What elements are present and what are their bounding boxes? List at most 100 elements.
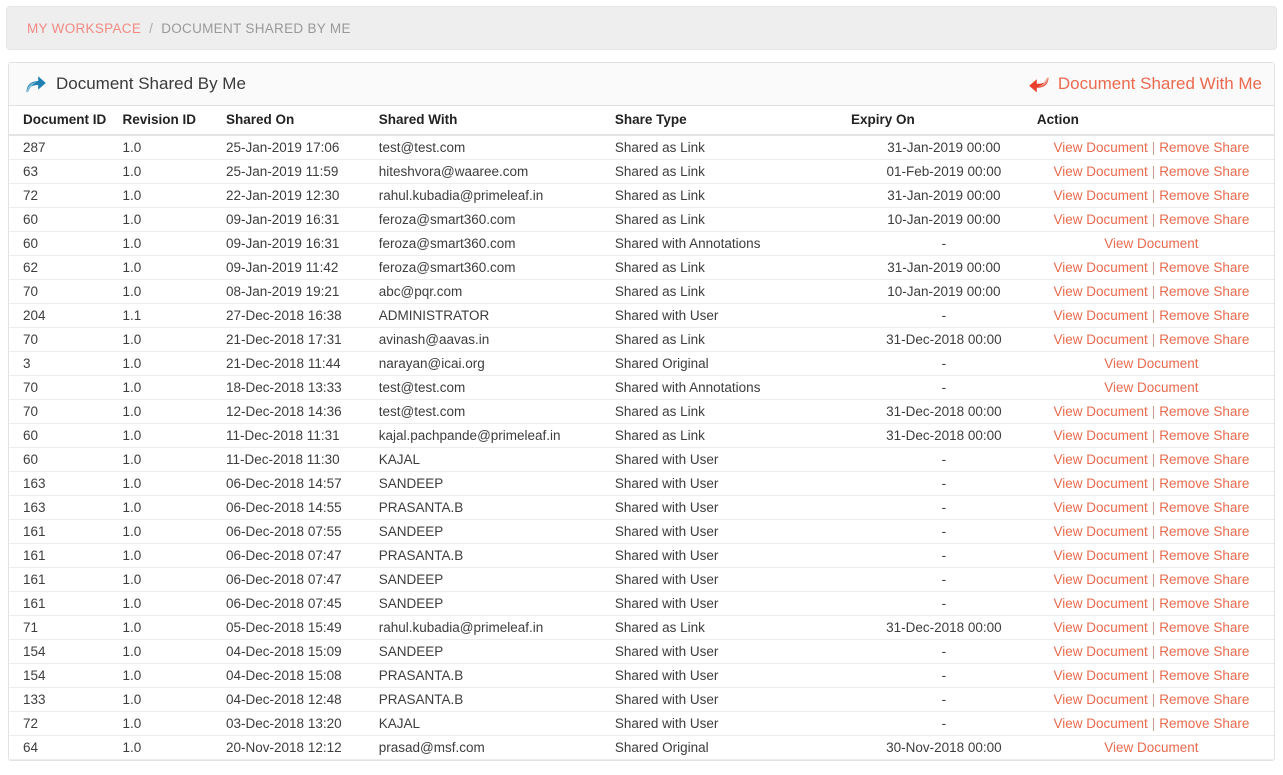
view-document-link[interactable]: View Document: [1053, 500, 1147, 515]
view-document-link[interactable]: View Document: [1053, 668, 1147, 683]
view-document-link[interactable]: View Document: [1053, 212, 1147, 227]
breadcrumb: MY WORKSPACE / DOCUMENT SHARED BY ME: [6, 6, 1277, 50]
view-document-link[interactable]: View Document: [1053, 140, 1147, 155]
table-row: 70 1.0 18-Dec-2018 13:33 test@test.com Share…: [9, 375, 1274, 400]
remove-share-link[interactable]: Remove Share: [1159, 188, 1249, 203]
remove-share-link[interactable]: Remove Share: [1159, 668, 1249, 683]
cell-revision-id: 1.0: [122, 567, 227, 592]
view-document-link[interactable]: View Document: [1053, 284, 1147, 299]
remove-share-link[interactable]: Remove Share: [1159, 620, 1249, 635]
remove-share-link[interactable]: Remove Share: [1159, 644, 1249, 659]
cell-expiry-on: -: [850, 471, 1037, 496]
remove-share-link[interactable]: Remove Share: [1159, 308, 1249, 323]
table-row: 163 1.0 06-Dec-2018 14:57 SANDEEP Shared wit…: [9, 471, 1274, 496]
remove-share-link[interactable]: Remove Share: [1159, 332, 1249, 347]
cell-share-type: Shared with User: [614, 471, 851, 496]
view-document-link[interactable]: View Document: [1053, 524, 1147, 539]
cell-shared-on: 21-Dec-2018 11:44: [226, 351, 379, 376]
view-document-link[interactable]: View Document: [1104, 356, 1198, 371]
cell-shared-with: rahul.kubadia@primeleaf.in: [378, 615, 615, 640]
view-document-link[interactable]: View Document: [1053, 260, 1147, 275]
cell-expiry-on: -: [850, 375, 1037, 400]
cell-revision-id: 1.0: [122, 279, 227, 304]
view-document-link[interactable]: View Document: [1053, 596, 1147, 611]
panel-header: Document Shared By Me Document Shared Wi…: [9, 63, 1274, 106]
column-header-shared-with[interactable]: Shared With: [378, 106, 615, 136]
column-header-document-id[interactable]: Document ID: [9, 106, 123, 136]
cell-action: View Document | Remove Share: [1036, 543, 1274, 568]
table-header-row: Document ID Revision ID Shared On Shared…: [9, 106, 1274, 136]
view-document-link[interactable]: View Document: [1053, 332, 1147, 347]
table-row: 204 1.1 27-Dec-2018 16:38 ADMINISTRATOR Shar…: [9, 303, 1274, 328]
column-header-share-type[interactable]: Share Type: [614, 106, 851, 136]
cell-document-id: 3: [9, 351, 123, 376]
cell-document-id: 60: [9, 423, 123, 448]
view-document-link[interactable]: View Document: [1053, 428, 1147, 443]
table-row: 154 1.0 04-Dec-2018 15:09 SANDEEP Shared wit…: [9, 639, 1274, 664]
cell-document-id: 72: [9, 711, 123, 736]
column-header-revision-id[interactable]: Revision ID: [122, 106, 227, 136]
action-separator: |: [1151, 188, 1156, 203]
remove-share-link[interactable]: Remove Share: [1159, 524, 1249, 539]
breadcrumb-link-my-workspace[interactable]: MY WORKSPACE: [27, 21, 141, 36]
cell-shared-on: 11-Dec-2018 11:31: [226, 423, 379, 448]
remove-share-link[interactable]: Remove Share: [1159, 716, 1249, 731]
view-document-link[interactable]: View Document: [1104, 380, 1198, 395]
view-document-link[interactable]: View Document: [1053, 644, 1147, 659]
view-document-link[interactable]: View Document: [1104, 740, 1198, 755]
remove-share-link[interactable]: Remove Share: [1159, 572, 1249, 587]
action-separator: |: [1151, 596, 1156, 611]
cell-expiry-on: 31-Jan-2019 00:00: [850, 135, 1037, 160]
remove-share-link[interactable]: Remove Share: [1159, 476, 1249, 491]
cell-share-type: Shared as Link: [614, 327, 851, 352]
view-document-link[interactable]: View Document: [1104, 236, 1198, 251]
column-header-shared-on[interactable]: Shared On: [226, 106, 379, 136]
cell-share-type: Shared with User: [614, 687, 851, 712]
view-document-link[interactable]: View Document: [1053, 404, 1147, 419]
remove-share-link[interactable]: Remove Share: [1159, 500, 1249, 515]
cell-shared-with: feroza@smart360.com: [378, 207, 615, 232]
document-shared-with-me-link[interactable]: Document Shared With Me: [1028, 74, 1262, 94]
remove-share-link[interactable]: Remove Share: [1159, 452, 1249, 467]
cell-document-id: 70: [9, 327, 123, 352]
cell-share-type: Shared with User: [614, 303, 851, 328]
remove-share-link[interactable]: Remove Share: [1159, 548, 1249, 563]
remove-share-link[interactable]: Remove Share: [1159, 284, 1249, 299]
breadcrumb-separator: /: [149, 20, 154, 36]
table-row: 60 1.0 09-Jan-2019 16:31 feroza@smart360.co…: [9, 207, 1274, 232]
action-separator: |: [1151, 308, 1156, 323]
view-document-link[interactable]: View Document: [1053, 716, 1147, 731]
remove-share-link[interactable]: Remove Share: [1159, 404, 1249, 419]
cell-action: View Document | Remove Share: [1036, 495, 1274, 520]
cell-document-id: 60: [9, 207, 123, 232]
cell-action: View Document | Remove Share: [1036, 567, 1274, 592]
view-document-link[interactable]: View Document: [1053, 572, 1147, 587]
cell-share-type: Shared with Annotations: [614, 375, 851, 400]
column-header-expiry-on[interactable]: Expiry On: [850, 106, 1037, 136]
cell-share-type: Shared Original: [614, 735, 851, 760]
remove-share-link[interactable]: Remove Share: [1159, 140, 1249, 155]
view-document-link[interactable]: View Document: [1053, 476, 1147, 491]
cell-revision-id: 1.0: [122, 495, 227, 520]
view-document-link[interactable]: View Document: [1053, 620, 1147, 635]
view-document-link[interactable]: View Document: [1053, 692, 1147, 707]
remove-share-link[interactable]: Remove Share: [1159, 692, 1249, 707]
remove-share-link[interactable]: Remove Share: [1159, 164, 1249, 179]
cell-shared-on: 06-Dec-2018 14:55: [226, 495, 379, 520]
cell-expiry-on: 31-Jan-2019 00:00: [850, 255, 1037, 280]
view-document-link[interactable]: View Document: [1053, 188, 1147, 203]
remove-share-link[interactable]: Remove Share: [1159, 428, 1249, 443]
view-document-link[interactable]: View Document: [1053, 308, 1147, 323]
view-document-link[interactable]: View Document: [1053, 452, 1147, 467]
cell-shared-with: PRASANTA.B: [378, 687, 615, 712]
view-document-link[interactable]: View Document: [1053, 164, 1147, 179]
cell-expiry-on: -: [850, 519, 1037, 544]
view-document-link[interactable]: View Document: [1053, 548, 1147, 563]
cell-shared-on: 11-Dec-2018 11:30: [226, 447, 379, 472]
remove-share-link[interactable]: Remove Share: [1159, 596, 1249, 611]
cell-expiry-on: -: [850, 303, 1037, 328]
remove-share-link[interactable]: Remove Share: [1159, 260, 1249, 275]
cell-revision-id: 1.0: [122, 615, 227, 640]
cell-expiry-on: -: [850, 663, 1037, 688]
remove-share-link[interactable]: Remove Share: [1159, 212, 1249, 227]
